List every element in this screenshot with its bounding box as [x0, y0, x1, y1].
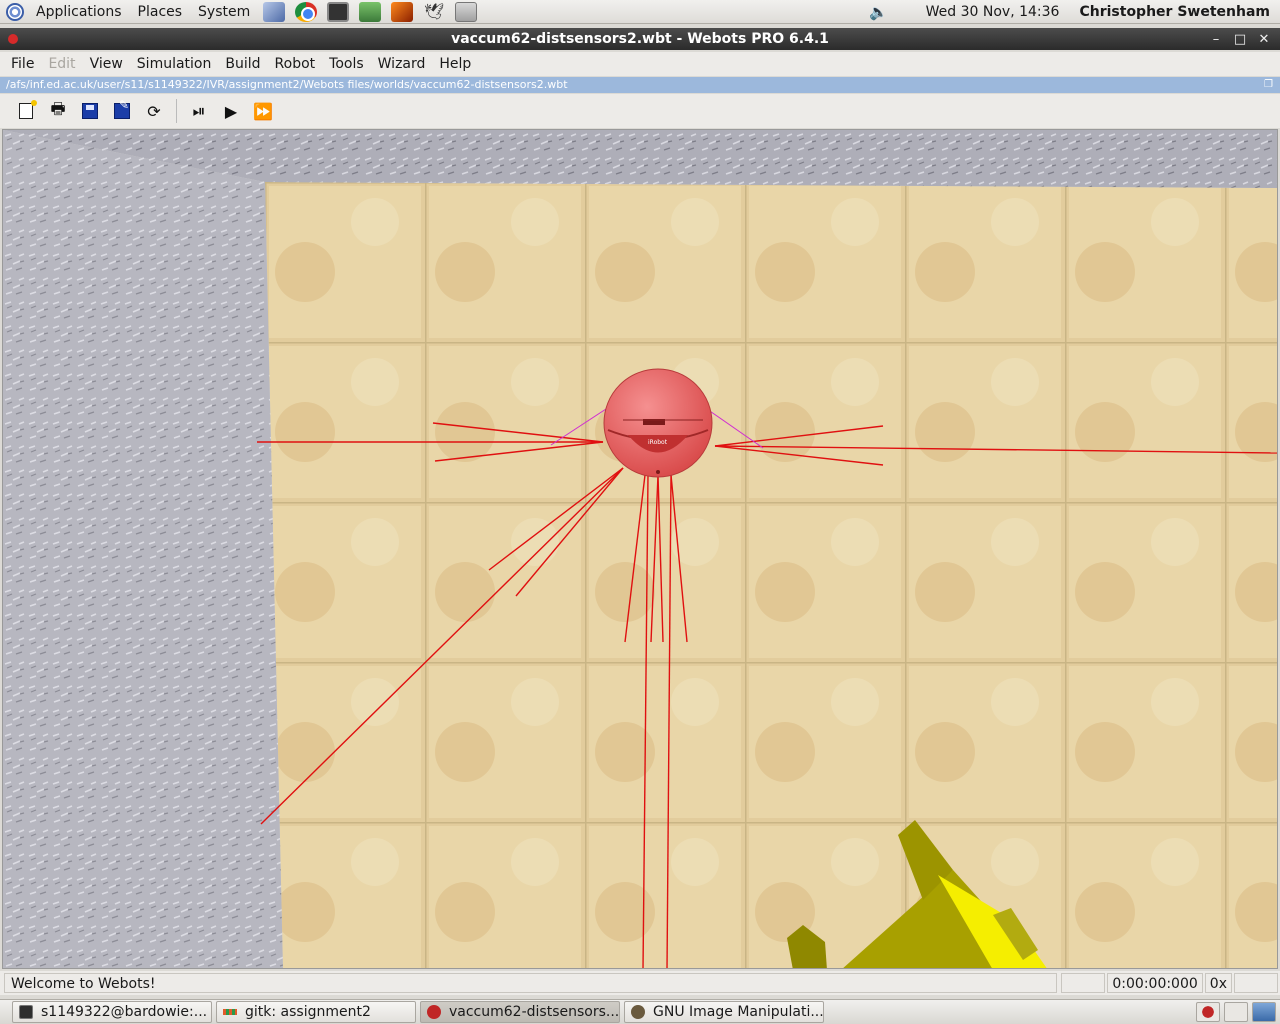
run-icon[interactable]: ▶ [220, 100, 242, 122]
cube-icon[interactable] [263, 1, 286, 22]
webots-window-icon[interactable] [8, 34, 18, 44]
scene-render[interactable]: iRobot [3, 130, 1278, 969]
menu-build[interactable]: Build [218, 56, 267, 72]
fast-icon[interactable]: ⏩ [252, 100, 274, 122]
terminal-icon [19, 1005, 33, 1019]
taskbar: s1149322@bardowie:... gitk: assignment2 … [0, 999, 1280, 1024]
top-panel: Applications Places System 🕊 🔈 Wed 30 No… [0, 0, 1280, 24]
puzzle-icon[interactable] [359, 1, 382, 22]
menu-edit[interactable]: Edit [41, 56, 82, 72]
trash-icon[interactable] [1252, 1002, 1276, 1022]
3d-viewport[interactable]: iRobot [2, 129, 1278, 969]
window-title: vaccum62-distsensors2.wbt - Webots PRO 6… [451, 31, 829, 47]
minimize-icon[interactable]: – [1208, 32, 1224, 47]
menu-tools[interactable]: Tools [322, 56, 371, 72]
new-world-icon[interactable] [15, 100, 37, 122]
world-path-bar: /afs/inf.ed.ac.uk/user/s11/s1149322/IVR/… [0, 77, 1280, 93]
save-icon[interactable] [79, 100, 101, 122]
status-empty-box [1061, 973, 1106, 993]
menu-wizard[interactable]: Wizard [371, 56, 433, 72]
gimp-icon [631, 1005, 645, 1019]
restore-icon[interactable]: ❐ [1264, 77, 1276, 93]
places-menu[interactable]: Places [130, 0, 191, 24]
simulation-speed: 0x [1204, 973, 1232, 993]
status-empty-box-2 [1234, 973, 1278, 993]
robot: iRobot [603, 368, 713, 478]
task-gitk[interactable]: gitk: assignment2 [216, 1001, 416, 1023]
workspace-switcher[interactable] [1224, 1002, 1248, 1022]
volume-icon[interactable]: 🔈 [869, 3, 888, 21]
task-webots[interactable]: vaccum62-distsensors... [420, 1001, 620, 1023]
open-icon[interactable]: 🖶 [47, 99, 69, 122]
device-icon[interactable] [455, 1, 478, 22]
task-label: gitk: assignment2 [245, 1004, 371, 1020]
toolbar: 🖶 ⟳ ⏯ ▶ ⏩ [0, 94, 1280, 128]
status-message: Welcome to Webots! [4, 973, 1058, 993]
step-icon[interactable]: ⏯ [188, 100, 210, 122]
toolbar-separator [176, 99, 177, 123]
clock[interactable]: Wed 30 Nov, 14:36 [926, 4, 1060, 20]
menu-file[interactable]: File [4, 56, 41, 72]
gitk-icon [223, 1009, 237, 1015]
revert-icon[interactable]: ⟳ [143, 100, 165, 122]
menu-help[interactable]: Help [432, 56, 478, 72]
close-icon[interactable]: ✕ [1256, 32, 1272, 47]
bird-icon[interactable]: 🕊 [423, 2, 445, 22]
applications-menu[interactable]: Applications [28, 0, 130, 24]
webots-icon [427, 1005, 441, 1019]
task-terminal[interactable]: s1149322@bardowie:... [12, 1001, 212, 1023]
system-menu[interactable]: System [190, 0, 258, 24]
matlab-icon[interactable] [391, 1, 414, 22]
menubar: File Edit View Simulation Build Robot To… [0, 52, 1280, 76]
bug-report-icon[interactable] [1196, 1002, 1220, 1022]
gnome-foot-icon[interactable] [6, 2, 24, 21]
world-path: /afs/inf.ed.ac.uk/user/s11/s1149322/IVR/… [6, 78, 568, 91]
save-as-icon[interactable] [111, 98, 133, 122]
floor [265, 182, 1277, 968]
maximize-icon[interactable]: □ [1232, 32, 1248, 47]
task-label: vaccum62-distsensors... [449, 1004, 620, 1020]
simulation-time: 0:00:00:000 [1107, 973, 1203, 993]
window-titlebar[interactable]: vaccum62-distsensors2.wbt - Webots PRO 6… [0, 28, 1280, 50]
task-label: GNU Image Manipulati... [653, 1004, 824, 1020]
menu-simulation[interactable]: Simulation [130, 56, 219, 72]
menu-view[interactable]: View [83, 56, 130, 72]
task-label: s1149322@bardowie:... [41, 1004, 208, 1020]
task-gimp[interactable]: GNU Image Manipulati... [624, 1001, 824, 1023]
terminal-icon[interactable] [327, 1, 350, 22]
chrome-icon[interactable] [295, 1, 318, 22]
user-menu[interactable]: Christopher Swetenham [1079, 4, 1270, 20]
svg-text:iRobot: iRobot [648, 439, 668, 446]
statusbar: Welcome to Webots! 0:00:00:000 0x [0, 971, 1280, 995]
menu-robot[interactable]: Robot [268, 56, 323, 72]
